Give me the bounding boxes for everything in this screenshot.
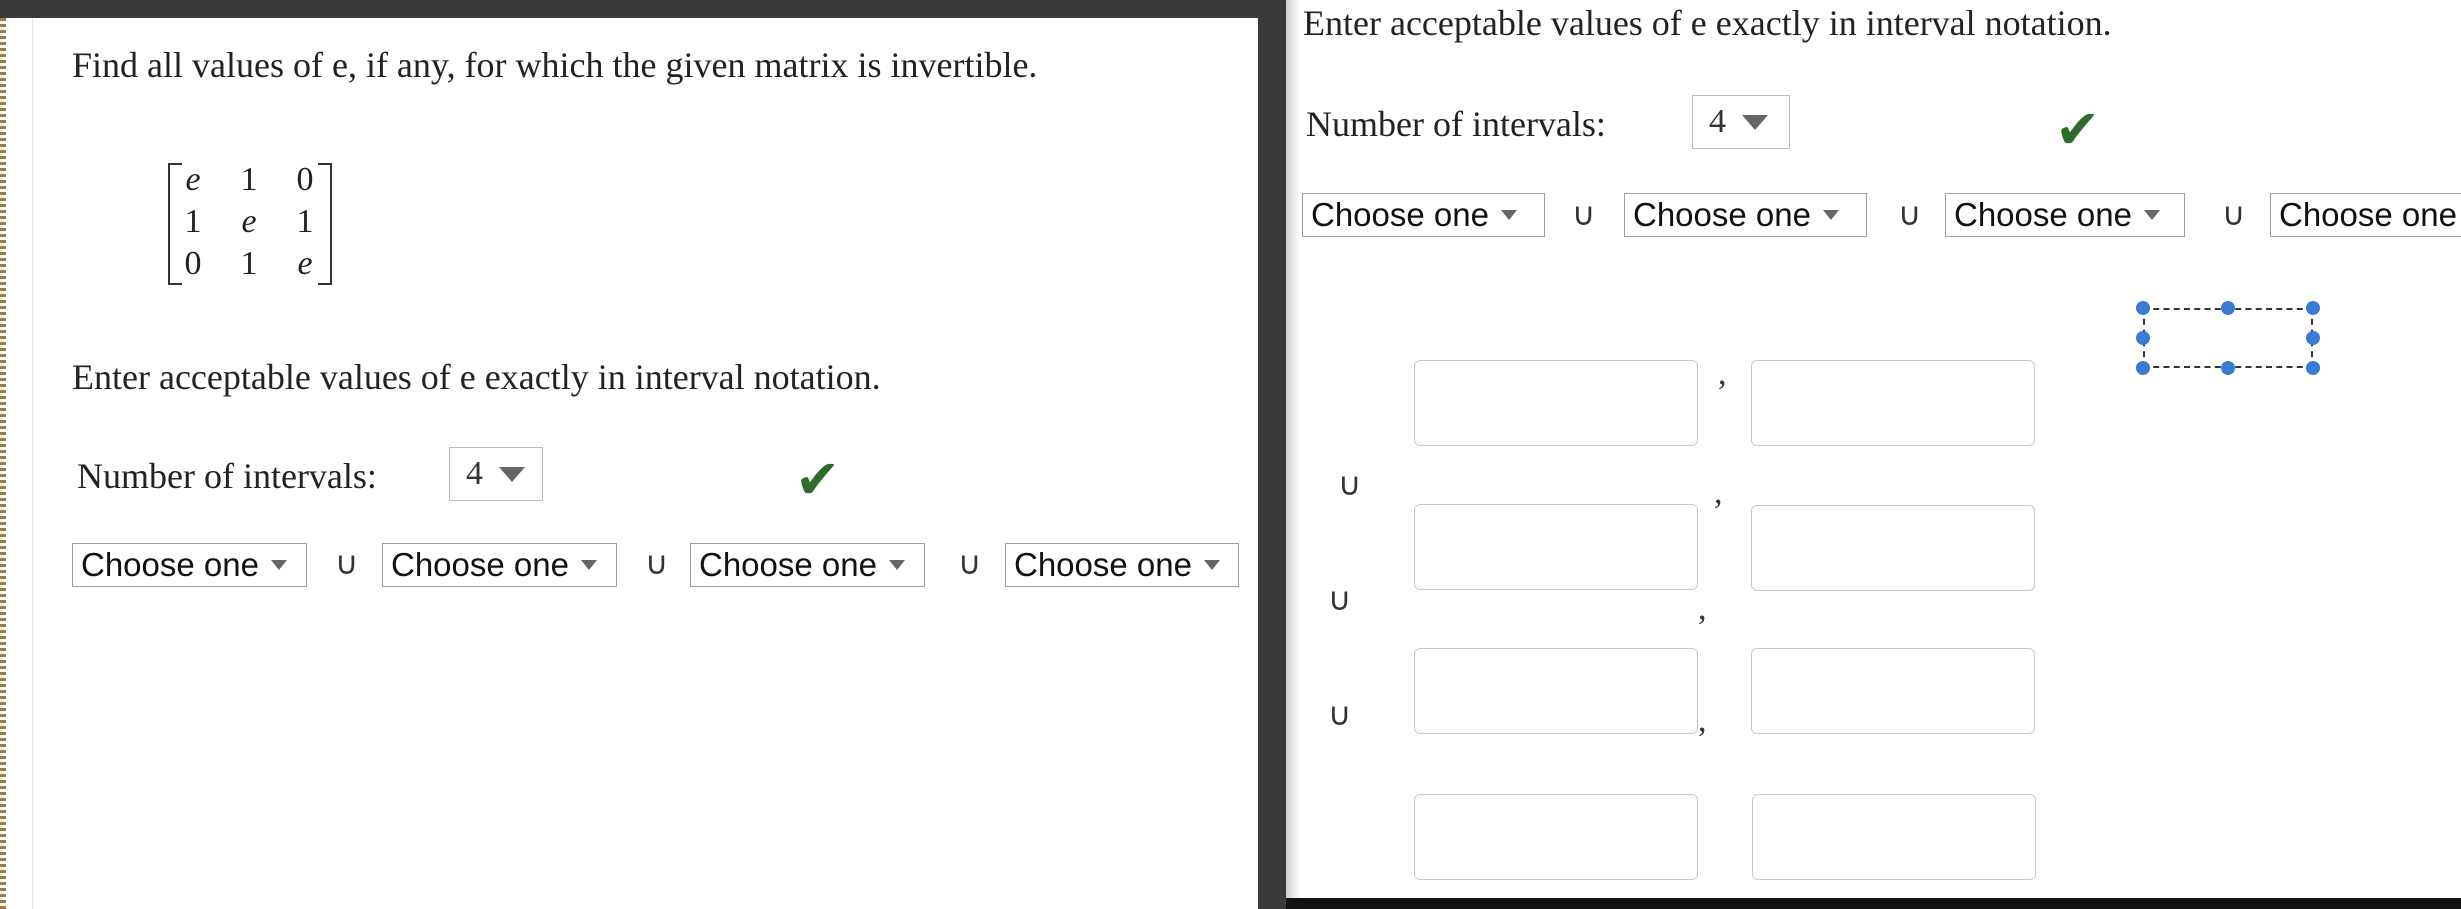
choose-select-1[interactable]: Choose one <box>1302 193 1545 237</box>
matrix-cell: e <box>297 245 313 282</box>
selection-frame[interactable] <box>2143 308 2313 368</box>
choose-select-2[interactable]: Choose one <box>1624 193 1867 237</box>
chevron-down-icon <box>2143 210 2160 220</box>
left-dotted-edge <box>0 18 6 909</box>
chevron-down-icon <box>1500 210 1517 220</box>
question-text: Find all values of e, if any, for which … <box>72 45 1038 85</box>
intervals-select-value: 4 <box>466 455 483 492</box>
choose-select-label: Choose one <box>81 546 259 583</box>
panel-divider-shadow <box>1286 0 1300 900</box>
comma: , <box>1718 355 1727 392</box>
chevron-down-icon <box>270 560 287 570</box>
interval-lower-input-3[interactable] <box>1414 648 1698 734</box>
instruction-text: Enter acceptable values of e exactly in … <box>1303 3 2112 43</box>
choose-select-4[interactable]: Choose one <box>1005 543 1239 587</box>
chevron-down-icon <box>1742 114 1768 130</box>
bottom-bar <box>1286 898 2461 909</box>
check-icon: ✔ <box>795 448 841 511</box>
interval-upper-input-3[interactable] <box>1751 648 2035 734</box>
comma: , <box>1714 474 1723 511</box>
interval-lower-input-1[interactable] <box>1414 360 1698 446</box>
union-symbol: ∪ <box>1572 195 1596 233</box>
chevron-down-icon <box>580 560 597 570</box>
intervals-label: Number of intervals: <box>1306 104 1606 144</box>
choose-select-label: Choose one <box>391 546 569 583</box>
choose-select-label: Choose one <box>1311 196 1489 233</box>
resize-handle[interactable] <box>2306 301 2320 315</box>
chevron-down-icon <box>888 560 905 570</box>
choose-select-3[interactable]: Choose one <box>690 543 925 587</box>
resize-handle[interactable] <box>2136 301 2150 315</box>
matrix-cell: 1 <box>240 161 258 198</box>
interval-lower-input-4[interactable] <box>1414 794 1698 880</box>
chevron-down-icon <box>1203 560 1220 570</box>
choose-select-label: Choose one <box>2279 196 2457 233</box>
interval-upper-input-1[interactable] <box>1751 360 2035 446</box>
chevron-down-icon <box>1822 210 1839 220</box>
chevron-down-icon <box>499 466 525 482</box>
resize-handle[interactable] <box>2136 331 2150 345</box>
panel-divider[interactable] <box>1258 0 1286 909</box>
union-symbol: ∪ <box>2222 195 2246 233</box>
interval-upper-input-2[interactable] <box>1751 505 2035 591</box>
union-symbol: ∪ <box>958 544 982 582</box>
resize-handle[interactable] <box>2221 301 2235 315</box>
matrix: e 1 0 1 e 1 0 1 e <box>160 155 340 290</box>
matrix-cell: e <box>241 203 257 240</box>
choose-select-label: Choose one <box>699 546 877 583</box>
union-symbol: ∪ <box>1338 465 1362 503</box>
resize-handle[interactable] <box>2306 331 2320 345</box>
union-symbol: ∪ <box>335 544 359 582</box>
choose-select-label: Choose one <box>1014 546 1192 583</box>
comma: , <box>1698 702 1707 739</box>
choose-select-3[interactable]: Choose one <box>1945 193 2185 237</box>
choose-select-label: Choose one <box>1954 196 2132 233</box>
resize-handle[interactable] <box>2136 361 2150 375</box>
resize-handle[interactable] <box>2221 361 2235 375</box>
left-margin-rule <box>32 18 33 909</box>
union-symbol: ∪ <box>645 544 669 582</box>
union-symbol: ∪ <box>1328 695 1352 733</box>
matrix-cell: e <box>185 161 201 198</box>
intervals-select-value: 4 <box>1709 103 1726 140</box>
matrix-cell: 1 <box>296 203 314 240</box>
check-icon: ✔ <box>2055 98 2101 161</box>
interval-upper-input-4[interactable] <box>1752 794 2036 880</box>
choose-select-4[interactable]: Choose one <box>2270 193 2461 237</box>
matrix-cell: 1 <box>184 203 202 240</box>
intervals-label: Number of intervals: <box>77 456 377 496</box>
matrix-cell: 1 <box>240 245 258 282</box>
window-top-bar <box>0 0 1260 18</box>
union-symbol: ∪ <box>1328 580 1352 618</box>
interval-lower-input-2[interactable] <box>1414 504 1698 590</box>
choose-select-label: Choose one <box>1633 196 1811 233</box>
instruction-text: Enter acceptable values of e exactly in … <box>72 357 881 397</box>
choose-select-2[interactable]: Choose one <box>382 543 617 587</box>
union-symbol: ∪ <box>1898 195 1922 233</box>
comma: , <box>1698 590 1707 627</box>
resize-handle[interactable] <box>2306 361 2320 375</box>
matrix-cell: 0 <box>296 161 314 198</box>
intervals-select[interactable]: 4 <box>1692 95 1790 149</box>
matrix-cell: 0 <box>184 245 202 282</box>
choose-select-1[interactable]: Choose one <box>72 543 307 587</box>
intervals-select[interactable]: 4 <box>449 447 543 501</box>
